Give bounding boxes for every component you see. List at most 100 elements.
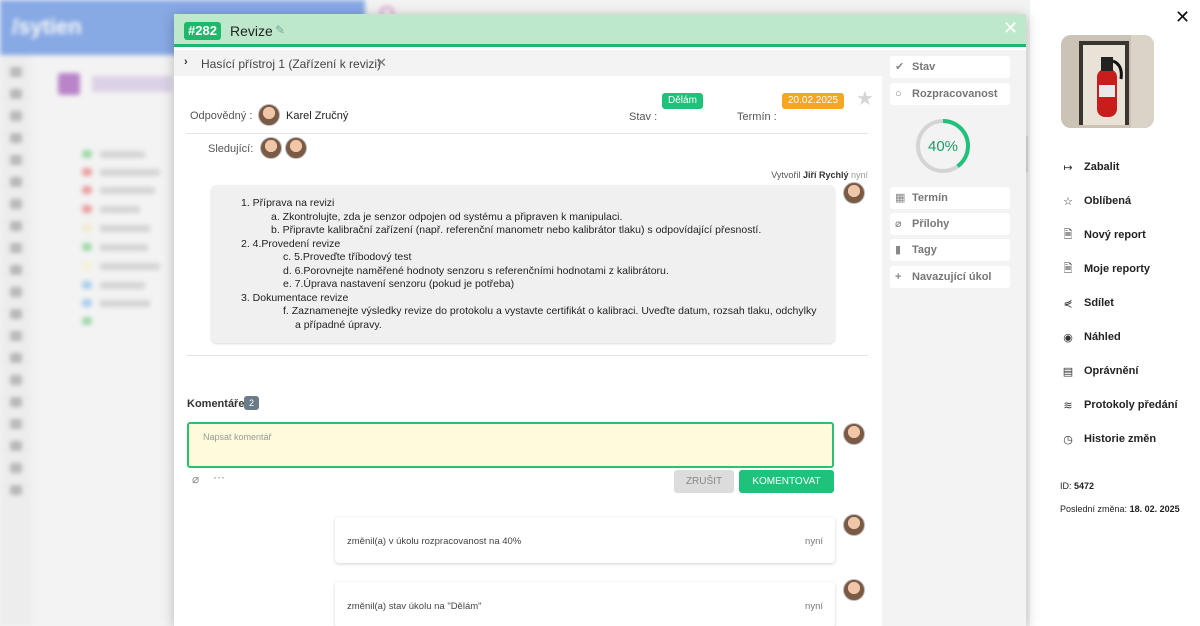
eye-icon: ◉ <box>1063 331 1073 344</box>
rozpracovanost-button[interactable]: ○ Rozpracovanost <box>890 83 1010 105</box>
submit-comment-button[interactable]: KOMENTOVAT <box>739 470 834 493</box>
breadcrumb: › Hasící přístroj 1 (Zařízení k revizi) … <box>174 50 882 76</box>
followers-label: Sledující: <box>208 143 254 155</box>
activity-time: nyní <box>805 601 823 612</box>
activity-avatar <box>843 579 865 601</box>
task-id-badge: #282 <box>184 22 221 40</box>
handover-icon: ≋ <box>1063 399 1073 412</box>
menu-item-nahled[interactable]: ◉ Náhled <box>1061 328 1121 346</box>
new-report-icon: 🗎 <box>1063 228 1073 241</box>
menu-item-historie-zmen[interactable]: ◷ Historie změn <box>1061 430 1156 448</box>
description-line: a. Zkontrolujte, zda je senzor odpojen o… <box>271 210 623 223</box>
description-line: b. Připravte kalibrační zařízení (např. … <box>271 224 762 236</box>
status-badge[interactable]: Dělám <box>662 93 703 109</box>
task-title: Revize <box>230 23 273 39</box>
description-line: 1. Příprava na revizi <box>241 197 335 209</box>
description-line: f. Zaznamenejte výsledky revize do proto… <box>283 305 817 317</box>
activity-avatar <box>843 514 865 536</box>
bookmark-icon: ▮ <box>895 244 902 256</box>
breadcrumb-link[interactable]: Hasící přístroj 1 (Zařízení k revizi) <box>201 57 381 71</box>
menu-item-label: Oprávnění <box>1084 365 1139 377</box>
activity-item: změnil(a) v úkolu rozpracovanost na 40% … <box>335 517 835 563</box>
fire-extinguisher-image <box>1061 35 1154 128</box>
pencil-icon[interactable]: ✎ <box>275 23 285 37</box>
item-id: ID: 5472 <box>1060 481 1095 491</box>
navazujici-ukol-button[interactable]: + Navazující úkol <box>890 266 1010 288</box>
creator-avatar <box>843 182 865 204</box>
menu-item-label: Náhled <box>1084 331 1121 343</box>
share-icon: ⋞ <box>1063 297 1073 310</box>
menu-item-protokoly-predani[interactable]: ≋ Protokoly předání <box>1061 396 1178 414</box>
item-thumbnail[interactable] <box>1061 35 1154 128</box>
divider <box>186 355 868 356</box>
close-panel-button[interactable]: ✕ <box>1175 8 1190 26</box>
bg-logo: /sytien <box>12 14 82 39</box>
more-icon[interactable]: ··· <box>213 470 225 484</box>
status-label: Stav : <box>629 111 658 123</box>
responsible-avatar[interactable] <box>258 104 280 126</box>
paperclip-icon: ⌀ <box>895 218 902 230</box>
deadline-badge[interactable]: 20.02.2025 <box>782 93 845 109</box>
menu-item-label: Sdílet <box>1084 297 1114 309</box>
plus-icon: + <box>895 271 902 283</box>
task-main: › Hasící přístroj 1 (Zařízení k revizi) … <box>174 50 882 626</box>
activity-item: změnil(a) stav úkolu na "Dělám" nyní <box>335 582 835 626</box>
menu-item-label: Protokoly předání <box>1084 399 1178 411</box>
responsible-label: Odpovědný : <box>190 110 253 122</box>
reports-icon: 🗎 <box>1063 262 1073 275</box>
activity-text: změnil(a) stav úkolu na "Dělám" <box>347 601 482 612</box>
star-icon[interactable]: ★ <box>856 86 874 111</box>
collapse-icon: ↦ <box>1063 161 1073 174</box>
activity-time: nyní <box>805 536 823 547</box>
menu-item-label: Historie změn <box>1084 433 1157 445</box>
task-sidebar: ✔ Stav ○ Rozpracovanost 40% ▦ Termín ⌀ P… <box>882 50 1026 626</box>
follower-avatar[interactable] <box>285 137 307 159</box>
menu-item-sdilet[interactable]: ⋞ Sdílet <box>1061 294 1114 312</box>
calendar-icon: ▦ <box>895 192 906 204</box>
current-user-avatar <box>843 423 865 445</box>
menu-item-label: Nový report <box>1084 229 1146 241</box>
progress-ring[interactable]: 40% <box>914 117 972 175</box>
tagy-button[interactable]: ▮ Tagy <box>890 239 1010 261</box>
comment-input[interactable]: Napsat komentář <box>187 422 834 468</box>
menu-item-moje-reporty[interactable]: 🗎 Moje reporty <box>1061 260 1150 278</box>
task-description[interactable]: 1. Příprava na revizi a. Zkontrolujte, z… <box>211 185 835 343</box>
description-line: 3. Dokumentace revize <box>241 291 349 304</box>
description-line: 2. 4.Provedení revize <box>241 237 341 250</box>
paperclip-icon[interactable]: ⌀ <box>192 472 199 486</box>
menu-item-novy-report[interactable]: 🗎 Nový report <box>1061 226 1146 244</box>
menu-item-oblibena[interactable]: ☆ Oblíbená <box>1061 192 1131 210</box>
deadline-label: Termín : <box>737 111 777 123</box>
bg-title-icon <box>58 73 80 95</box>
menu-item-label: Zabalit <box>1084 161 1120 173</box>
created-by: Vytvořil Jiří Rychlý nyní <box>771 170 868 180</box>
comments-label: Komentáře <box>187 398 245 410</box>
task-modal: #282 Revize ✎ ✕ › Hasící přístroj 1 (Zař… <box>174 14 1026 626</box>
follower-avatar[interactable] <box>260 137 282 159</box>
menu-item-label: Moje reporty <box>1084 263 1151 275</box>
circle-icon: ○ <box>895 88 902 100</box>
bg-sidebar <box>0 55 32 626</box>
comment-placeholder: Napsat komentář <box>203 432 272 442</box>
menu-item-label: Oblíbená <box>1084 195 1132 207</box>
cancel-button[interactable]: ZRUŠIT <box>674 470 734 493</box>
menu-item-opravneni[interactable]: ▤ Oprávnění <box>1061 362 1139 380</box>
last-change: Poslední změna: 18. 02. 2025 <box>1060 504 1180 514</box>
bg-title-text <box>92 76 172 92</box>
chevron-right-icon[interactable]: › <box>184 56 188 68</box>
history-icon: ◷ <box>1063 433 1073 446</box>
description-line: c. 5.Proveďte tříbodový test <box>283 251 412 263</box>
description-line: e. 7.Úprava nastavení senzoru (pokud je … <box>283 278 515 290</box>
menu-item-zabalit[interactable]: ↦ Zabalit <box>1061 158 1119 176</box>
star-icon: ☆ <box>1063 195 1073 208</box>
prilohy-button[interactable]: ⌀ Přílohy <box>890 213 1010 235</box>
termin-button[interactable]: ▦ Termín <box>890 187 1010 209</box>
remove-parent-icon[interactable]: ✕ <box>376 55 387 71</box>
progress-text: 40% <box>928 138 958 155</box>
description-line: a případné úpravy. <box>295 318 382 331</box>
responsible-name[interactable]: Karel Zručný <box>286 110 348 122</box>
modal-close-button[interactable]: ✕ <box>1003 18 1018 39</box>
activity-text: změnil(a) v úkolu rozpracovanost na 40% <box>347 536 522 547</box>
modal-header: #282 Revize ✎ ✕ <box>174 14 1026 47</box>
stav-button[interactable]: ✔ Stav <box>890 56 1010 78</box>
